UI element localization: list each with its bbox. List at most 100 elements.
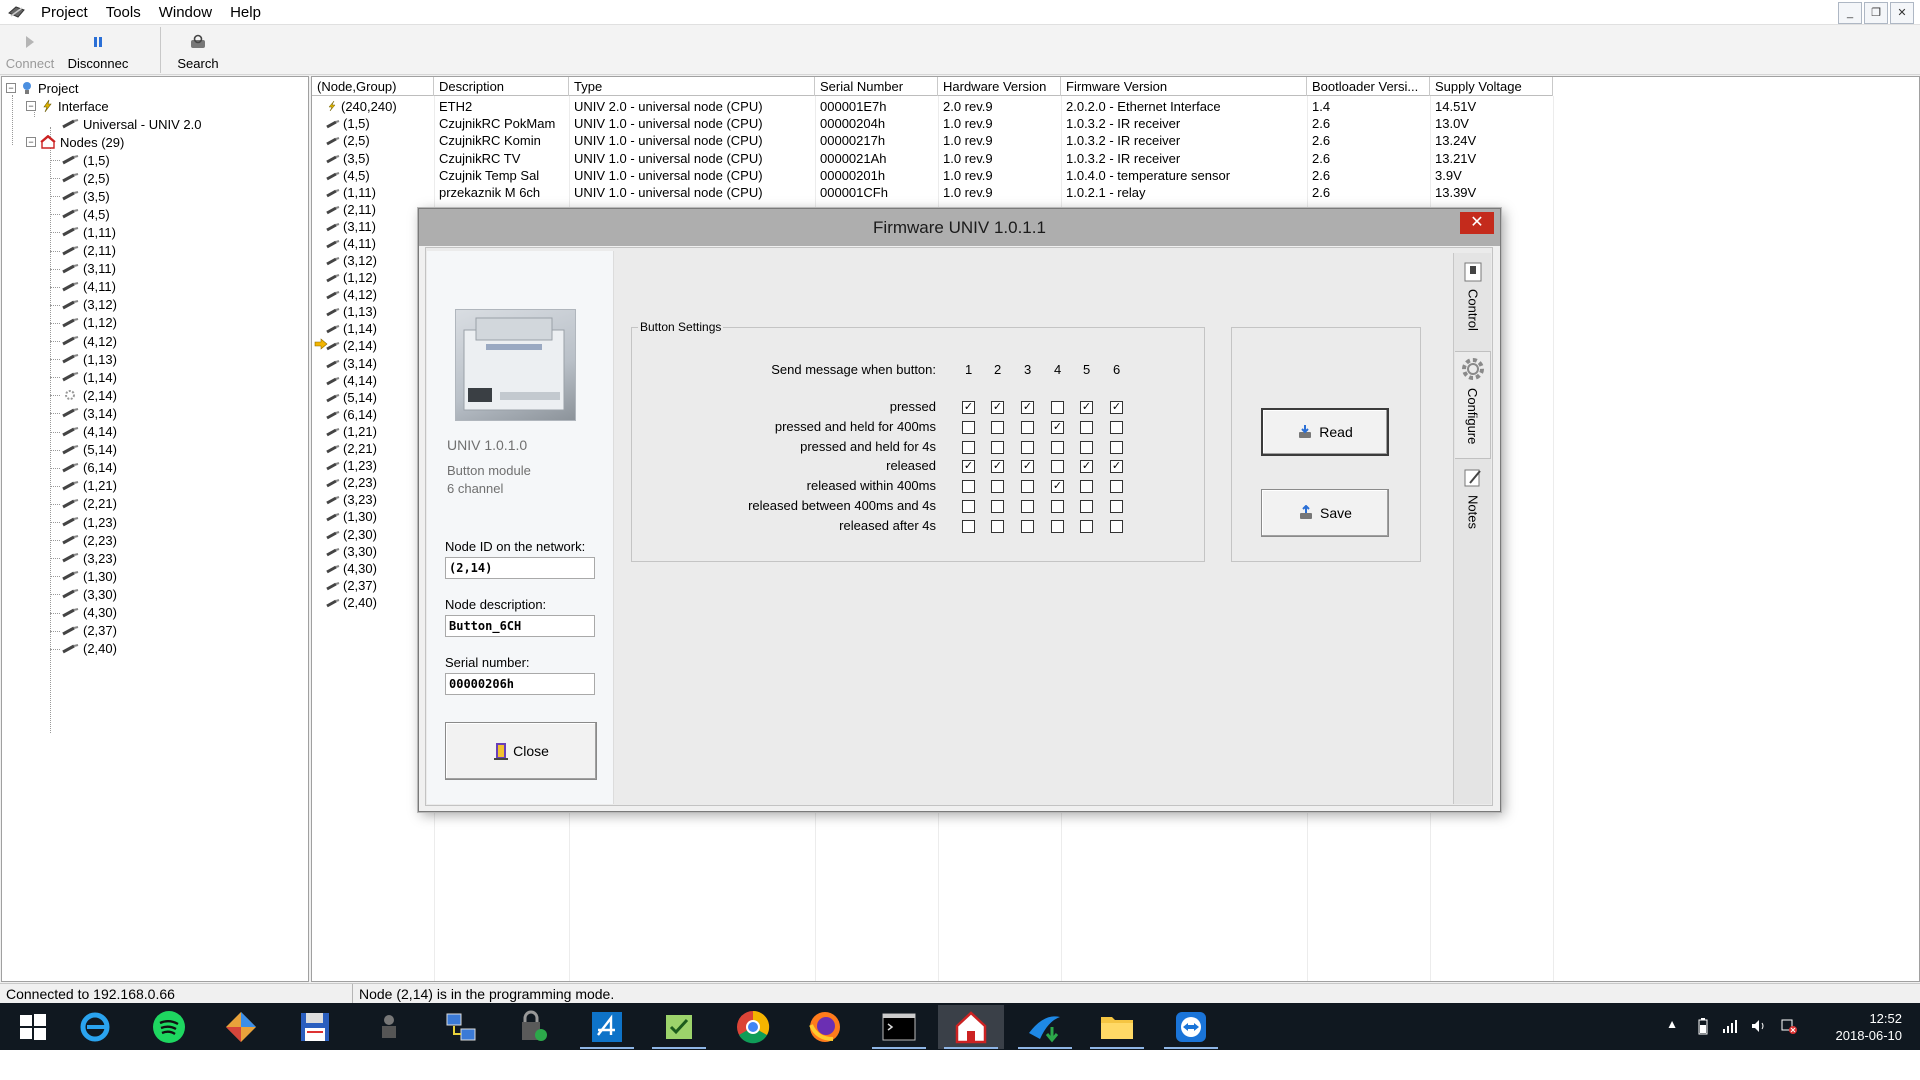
- tree-node-item[interactable]: (4,5): [62, 205, 110, 223]
- setting-checkbox[interactable]: [1051, 500, 1064, 513]
- table-row[interactable]: (3,5) CzujnikRC TV UNIV 1.0 - universal no…: [312, 150, 1553, 167]
- col-header-description[interactable]: Description: [434, 77, 569, 96]
- tree-node-item[interactable]: (4,30): [62, 604, 117, 622]
- table-row[interactable]: (4,14): [312, 372, 434, 389]
- col-header-serial[interactable]: Serial Number: [815, 77, 938, 96]
- tree-node-item[interactable]: (4,14): [62, 423, 117, 441]
- setting-checkbox[interactable]: [962, 519, 975, 533]
- table-row[interactable]: (2,40): [312, 594, 434, 611]
- table-row[interactable]: (4,30): [312, 560, 434, 577]
- setting-checkbox[interactable]: [1110, 480, 1123, 494]
- setting-checkbox[interactable]: [991, 500, 1004, 513]
- setting-checkbox[interactable]: [1080, 420, 1093, 434]
- tree-node-item[interactable]: (2,14): [62, 386, 117, 404]
- setting-checkbox[interactable]: [962, 500, 975, 513]
- tree-node-interface-univ[interactable]: Universal - UNIV 2.0: [62, 115, 201, 133]
- table-row[interactable]: (4,5) Czujnik Temp Sal UNIV 1.0 - universa…: [312, 167, 1553, 184]
- table-row[interactable]: (6,14): [312, 406, 434, 423]
- taskbar-explorer[interactable]: [1084, 1005, 1150, 1049]
- tree-node-item[interactable]: (2,23): [62, 531, 117, 549]
- tray-overflow-icon[interactable]: ▲: [1666, 1017, 1678, 1031]
- table-row[interactable]: (1,21): [312, 423, 434, 440]
- read-button[interactable]: Read: [1261, 408, 1389, 456]
- menu-help[interactable]: Help: [221, 4, 270, 21]
- setting-checkbox[interactable]: [1021, 480, 1034, 494]
- disconnect-button[interactable]: Disconnec: [66, 29, 130, 71]
- taskbar-blue-app[interactable]: [574, 1005, 640, 1049]
- table-row[interactable]: (1,14): [312, 320, 434, 337]
- table-row[interactable]: (3,11): [312, 218, 434, 235]
- setting-checkbox[interactable]: [1051, 519, 1064, 533]
- setting-checkbox[interactable]: ✓: [1051, 420, 1064, 434]
- setting-checkbox[interactable]: ✓: [962, 401, 975, 414]
- tree-node-item[interactable]: (3,12): [62, 296, 117, 314]
- tree-node-item[interactable]: (3,11): [62, 260, 116, 278]
- tree-node-item[interactable]: (2,11): [62, 242, 116, 260]
- col-header-hardware[interactable]: Hardware Version: [938, 77, 1061, 96]
- setting-checkbox[interactable]: [1080, 440, 1093, 454]
- menu-window[interactable]: Window: [150, 4, 221, 21]
- setting-checkbox[interactable]: ✓: [1021, 460, 1034, 474]
- tree-node-item[interactable]: (3,23): [62, 549, 117, 567]
- setting-checkbox[interactable]: [1080, 519, 1093, 533]
- tree-node-item[interactable]: (5,14): [62, 441, 117, 459]
- setting-checkbox[interactable]: [1021, 500, 1034, 513]
- table-row[interactable]: (2,21): [312, 440, 434, 457]
- tree-node-item[interactable]: (6,14): [62, 459, 117, 477]
- start-button[interactable]: [0, 1005, 66, 1049]
- setting-checkbox[interactable]: ✓: [991, 401, 1004, 414]
- tree-node-item[interactable]: (1,12): [62, 314, 117, 332]
- setting-checkbox[interactable]: [1110, 420, 1123, 434]
- tree-node-item[interactable]: (1,30): [62, 567, 117, 585]
- tree-node-item[interactable]: (1,21): [62, 477, 117, 495]
- setting-checkbox[interactable]: [1110, 500, 1123, 513]
- menu-project[interactable]: Project: [32, 4, 97, 21]
- taskbar-checklist-app[interactable]: [646, 1005, 712, 1049]
- node-id-field[interactable]: (2,14): [445, 557, 595, 579]
- setting-checkbox[interactable]: [962, 440, 975, 454]
- taskbar-ie[interactable]: [62, 1005, 128, 1049]
- tree-node-item[interactable]: (3,5): [62, 187, 110, 205]
- tree-node-item[interactable]: (4,11): [62, 278, 116, 296]
- collapse-toggle[interactable]: −: [6, 83, 16, 93]
- col-header-voltage[interactable]: Supply Voltage: [1430, 77, 1553, 96]
- taskbar-download-app[interactable]: [1012, 1005, 1078, 1049]
- table-row[interactable]: (5,14): [312, 389, 434, 406]
- tab-notes[interactable]: Notes: [1455, 463, 1491, 549]
- table-row[interactable]: (1,12): [312, 269, 434, 286]
- setting-checkbox[interactable]: ✓: [1051, 480, 1064, 494]
- setting-checkbox[interactable]: [1110, 519, 1123, 533]
- connect-button[interactable]: Connect: [6, 29, 54, 71]
- volume-icon[interactable]: [1750, 1017, 1768, 1035]
- table-row[interactable]: (2,11): [312, 201, 434, 218]
- setting-checkbox[interactable]: ✓: [1110, 401, 1123, 414]
- tree-node-item[interactable]: (2,5): [62, 169, 110, 187]
- tree-node-item[interactable]: (1,14): [62, 368, 117, 386]
- setting-checkbox[interactable]: [962, 420, 975, 434]
- taskbar-cmd[interactable]: [866, 1005, 932, 1049]
- tree-node-item[interactable]: (3,30): [62, 585, 117, 603]
- close-window-button[interactable]: ✕: [1890, 2, 1914, 24]
- tree-node-item[interactable]: (1,5): [62, 151, 110, 169]
- setting-checkbox[interactable]: [1080, 500, 1093, 513]
- tree-node-item[interactable]: (3,14): [62, 404, 117, 422]
- tree-node-item[interactable]: (1,13): [62, 350, 117, 368]
- taskbar-teamviewer[interactable]: [1158, 1005, 1224, 1049]
- table-row[interactable]: (2,30): [312, 526, 434, 543]
- table-row[interactable]: (240,240) ETH2 UNIV 2.0 - universal node (…: [312, 98, 1553, 115]
- setting-checkbox[interactable]: [991, 440, 1004, 454]
- table-row[interactable]: (1,5) CzujnikRC PokMam UNIV 1.0 - universa…: [312, 115, 1553, 132]
- search-button[interactable]: Search: [172, 29, 224, 71]
- taskbar-chrome[interactable]: [720, 1005, 786, 1049]
- setting-checkbox[interactable]: ✓: [962, 460, 975, 474]
- table-row[interactable]: (3,12): [312, 252, 434, 269]
- table-row[interactable]: (1,13): [312, 303, 434, 320]
- table-row[interactable]: (1,23): [312, 457, 434, 474]
- table-row[interactable]: (4,11): [312, 235, 434, 252]
- taskbar-spotify[interactable]: [136, 1005, 202, 1049]
- menu-tools[interactable]: Tools: [97, 4, 150, 21]
- setting-checkbox[interactable]: ✓: [1080, 460, 1093, 474]
- setting-checkbox[interactable]: [1110, 440, 1123, 454]
- taskbar-terminal-app[interactable]: [356, 1005, 422, 1049]
- table-row[interactable]: (4,12): [312, 286, 434, 303]
